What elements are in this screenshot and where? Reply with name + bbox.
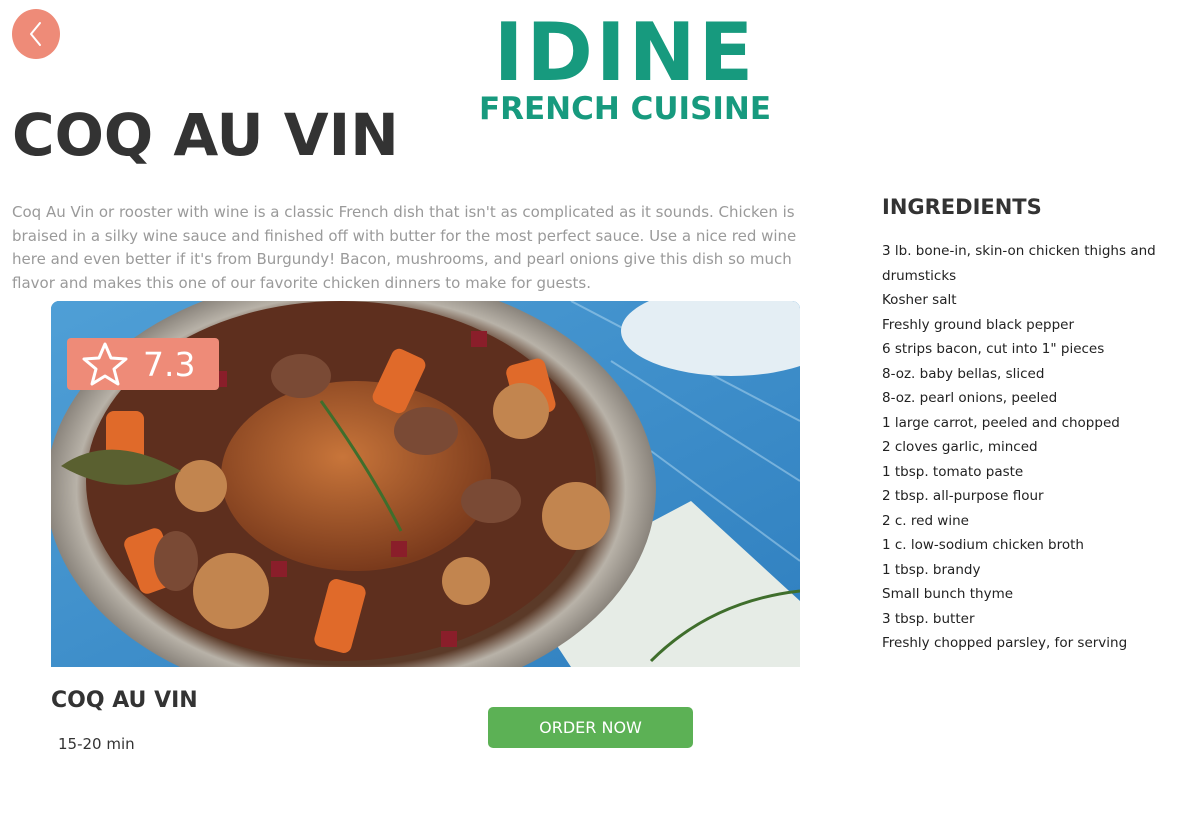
page-title: COQ AU VIN (12, 101, 399, 169)
ingredient-item: Kosher salt (882, 292, 957, 308)
ingredient-item: 8-oz. baby bellas, sliced (882, 365, 1045, 382)
ingredient-item: Freshly chopped parsley, for serving (882, 635, 1128, 651)
back-button[interactable] (12, 9, 60, 59)
ingredient-item: 3 tbsp. butter (882, 610, 975, 627)
ingredient-item: 1 large carrot, peeled and chopped (882, 414, 1120, 431)
ingredient-item: 2 c. red wine (882, 512, 969, 529)
brand-subtitle: FRENCH CUISINE (478, 91, 772, 127)
ingredient-item: 2 tbsp. all-purpose flour (882, 488, 1044, 504)
star-outline-icon (82, 342, 128, 386)
prep-time: 15-20 min (58, 735, 135, 753)
ingredient-item: 6 strips bacon, cut into 1" pieces (882, 341, 1105, 357)
brand-logo: IDINE FRENCH CUISINE (440, 6, 810, 127)
brand-name: IDINE (493, 6, 757, 99)
dish-description: Coq Au Vin or rooster with wine is a cla… (12, 203, 797, 292)
ingredient-item: 8-oz. pearl onions, peeled (882, 390, 1058, 406)
ingredient-item: Freshly ground black pepper (882, 316, 1075, 333)
chevron-left-icon (30, 22, 41, 46)
ingredients-title: INGREDIENTS (882, 195, 1042, 219)
ingredient-item: 1 tbsp. brandy (882, 561, 981, 578)
ingredient-item: 2 cloves garlic, minced (882, 439, 1038, 455)
ingredients-list: 3 lb. bone-in, skin-on chicken thighs an… (882, 239, 1172, 656)
ingredient-item: 3 lb. bone-in, skin-on chicken thighs an… (882, 243, 1156, 284)
ingredient-item: 1 c. low-sodium chicken broth (882, 537, 1084, 553)
rating-value: 7.3 (143, 344, 196, 384)
ingredient-item: 1 tbsp. tomato paste (882, 463, 1024, 480)
ingredient-item: Small bunch thyme (882, 586, 1014, 602)
rating-badge: 7.3 (67, 338, 219, 390)
card-title: COQ AU VIN (51, 688, 198, 713)
order-now-button[interactable]: ORDER NOW (488, 707, 693, 748)
